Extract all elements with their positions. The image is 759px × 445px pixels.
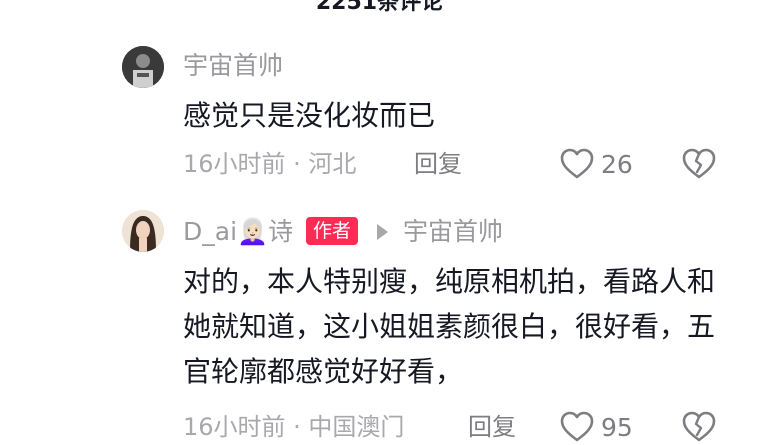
author-badge: 作者	[306, 217, 359, 245]
comment-username[interactable]: 宇宙首帅	[183, 49, 283, 83]
comment-username[interactable]: D_ai👩🏻‍🦳诗	[183, 215, 293, 249]
play-triangle-icon	[377, 224, 388, 240]
broken-heart-icon[interactable]	[682, 148, 716, 180]
reply-button[interactable]: 回复	[468, 410, 516, 444]
like-count: 95	[601, 413, 633, 442]
comment-text: 感觉只是没化妆而已	[183, 99, 436, 132]
comment-time-location: 16小时前 · 河北	[183, 150, 357, 178]
heart-outline-icon[interactable]	[560, 411, 594, 443]
comment-count-title: 2251条评论	[315, 0, 444, 15]
comment-text: 对的，本人特别瘦，纯原相机拍，看路人和她就知道，这小姐姐素颜很白，很好看，五官轮…	[183, 265, 716, 388]
heart-outline-icon[interactable]	[560, 148, 594, 180]
like-count: 26	[601, 150, 633, 179]
avatar[interactable]	[122, 46, 164, 88]
reply-button[interactable]: 回复	[414, 147, 462, 181]
broken-heart-icon[interactable]	[682, 411, 716, 443]
comment-time-location: 16小时前 · 中国澳门	[183, 413, 405, 441]
avatar[interactable]	[122, 210, 164, 252]
reply-to-username[interactable]: 宇宙首帅	[403, 215, 503, 249]
